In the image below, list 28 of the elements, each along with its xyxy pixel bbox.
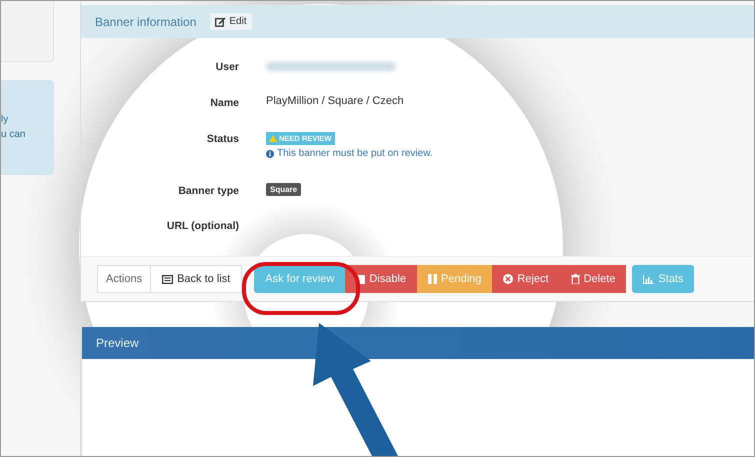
type-tag: Square — [266, 183, 302, 196]
status-note: This banner must be put on review. — [277, 148, 433, 159]
field-label: User — [214, 60, 239, 75]
action-button[interactable]: Delete — [560, 265, 626, 293]
field-label: Name — [209, 96, 239, 111]
actions-label: Actions — [97, 265, 152, 293]
action-button[interactable]: Stats — [632, 265, 694, 293]
panel-title: Banner information — [95, 14, 196, 28]
info-text: u can — [1, 128, 26, 142]
action-button[interactable]: Back to list — [151, 265, 242, 293]
trash-icon — [570, 274, 580, 284]
field-label: Banner type — [177, 184, 239, 199]
action-button[interactable]: Ask for review — [254, 265, 346, 293]
list-icon — [162, 274, 174, 284]
field-label: Status — [206, 132, 239, 147]
field-label: URL (optional) — [166, 219, 239, 234]
pause-icon — [428, 274, 438, 284]
action-button[interactable]: Reject — [492, 265, 560, 293]
bar-chart-icon — [643, 274, 654, 284]
preview-title: Preview — [96, 336, 139, 350]
info-icon — [266, 150, 274, 158]
action-button[interactable]: Disable — [345, 265, 418, 293]
edit-button[interactable]: Edit — [210, 13, 252, 30]
info-text: ly — [1, 113, 10, 127]
edit-icon — [215, 16, 226, 26]
warning-icon — [269, 135, 277, 142]
cancel-icon — [503, 274, 514, 284]
field-value: PlayMillion / Square / Czech — [266, 95, 404, 107]
